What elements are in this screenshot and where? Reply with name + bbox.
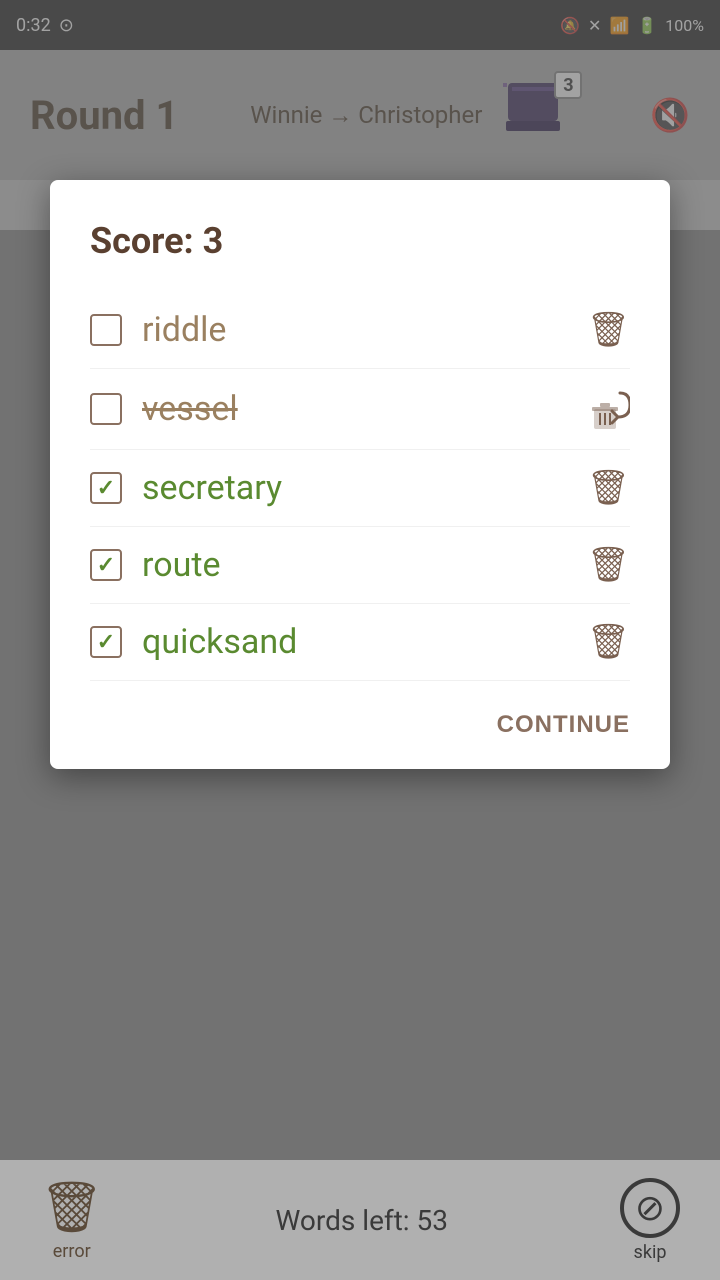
word-text-route: route (142, 545, 220, 585)
trash-quicksand[interactable]: 🗑 (587, 622, 630, 662)
word-item-riddle: riddle 🗑 (90, 292, 630, 369)
word-left-route: ✓ route (90, 545, 220, 585)
skip-label: skip (634, 1242, 667, 1263)
undo-trash-icon (592, 387, 630, 431)
trash-secretary[interactable]: 🗑 (587, 468, 630, 508)
checkbox-secretary[interactable]: ✓ (90, 472, 122, 504)
word-item-secretary: ✓ secretary 🗑 (90, 450, 630, 527)
checkmark-secretary: ✓ (97, 476, 115, 501)
skip-bottom[interactable]: ⊘ skip (620, 1178, 680, 1263)
word-left-vessel: vessel (90, 389, 238, 429)
continue-row: CONTINUE (90, 711, 630, 739)
bottom-bar: 🗑 error Words left: 53 ⊘ skip (0, 1160, 720, 1280)
word-item-quicksand: ✓ quicksand 🗑 (90, 604, 630, 681)
error-label: error (53, 1241, 91, 1262)
checkbox-quicksand[interactable]: ✓ (90, 626, 122, 658)
overlay: Score: 3 riddle 🗑 vessel (0, 0, 720, 1280)
checkmark-route: ✓ (97, 553, 115, 578)
continue-button[interactable]: CONTINUE (497, 711, 630, 739)
checkbox-vessel[interactable] (90, 393, 122, 425)
undo-trash-vessel[interactable] (592, 387, 630, 431)
word-left-secretary: ✓ secretary (90, 468, 282, 508)
score-dialog: Score: 3 riddle 🗑 vessel (50, 180, 670, 769)
word-item-vessel: vessel (90, 369, 630, 450)
words-left: Words left: 53 (275, 1204, 448, 1237)
word-text-riddle: riddle (142, 310, 226, 350)
word-left-riddle: riddle (90, 310, 226, 350)
error-trash-icon: 🗑 (40, 1179, 103, 1237)
trash-riddle[interactable]: 🗑 (587, 310, 630, 350)
checkbox-route[interactable]: ✓ (90, 549, 122, 581)
checkmark-quicksand: ✓ (97, 630, 115, 655)
trash-bottom[interactable]: 🗑 error (40, 1179, 103, 1262)
word-left-quicksand: ✓ quicksand (90, 622, 297, 662)
word-text-vessel: vessel (142, 389, 238, 429)
score-title: Score: 3 (90, 220, 630, 262)
skip-icon: ⊘ (620, 1178, 680, 1238)
word-text-secretary: secretary (142, 468, 282, 508)
word-text-quicksand: quicksand (142, 622, 297, 662)
word-item-route: ✓ route 🗑 (90, 527, 630, 604)
word-list: riddle 🗑 vessel (90, 292, 630, 681)
trash-route[interactable]: 🗑 (587, 545, 630, 585)
checkbox-riddle[interactable] (90, 314, 122, 346)
